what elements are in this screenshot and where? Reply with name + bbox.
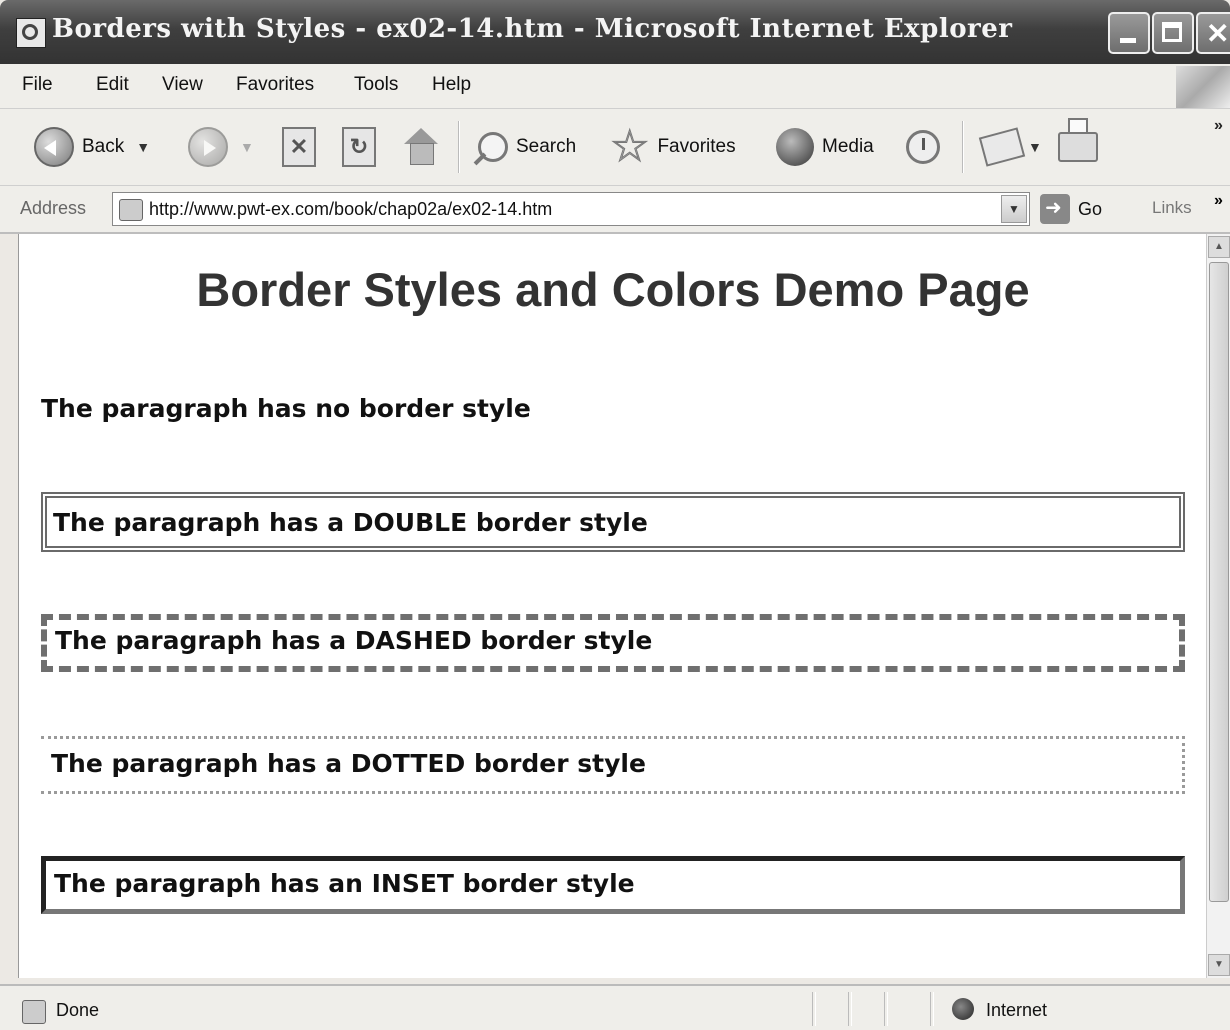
paragraph-inset-border: The paragraph has an INSET border style	[41, 856, 1185, 914]
print-icon	[1058, 118, 1098, 162]
status-divider	[884, 992, 888, 1026]
back-dropdown-icon[interactable]: ▼	[136, 139, 150, 155]
paragraph-dotted-border: The paragraph has a DOTTED border style	[41, 736, 1185, 794]
stop-icon: ✕	[282, 127, 316, 167]
links-overflow-icon[interactable]: »	[1214, 192, 1223, 210]
globe-icon	[952, 998, 974, 1020]
menu-tools[interactable]: Tools	[354, 74, 398, 96]
mail-icon	[978, 127, 1026, 167]
address-bar: Address http://www.pwt-ex.com/book/chap0…	[0, 186, 1230, 234]
page-content: Border Styles and Colors Demo Page The p…	[18, 234, 1207, 978]
links-button[interactable]: Links	[1152, 198, 1192, 218]
go-arrow-icon	[1040, 194, 1070, 224]
history-icon	[906, 130, 940, 164]
refresh-button[interactable]: ↻	[342, 109, 376, 185]
print-button[interactable]	[1058, 109, 1098, 185]
search-button[interactable]: Search	[478, 109, 576, 185]
page-status-icon	[22, 1000, 46, 1024]
paragraph-dashed-border: The paragraph has a DASHED border style	[41, 614, 1185, 672]
toolbar-separator	[962, 121, 964, 173]
toolbar-overflow-icon[interactable]: »	[1214, 117, 1223, 135]
refresh-icon: ↻	[342, 127, 376, 167]
close-icon[interactable]	[1196, 12, 1230, 54]
window-title: Borders with Styles - ex02-14.htm - Micr…	[52, 14, 1013, 44]
toolbar-separator	[458, 121, 460, 173]
address-input[interactable]: http://www.pwt-ex.com/book/chap02a/ex02-…	[112, 192, 1030, 226]
address-url[interactable]: http://www.pwt-ex.com/book/chap02a/ex02-…	[149, 199, 552, 220]
title-bar: Borders with Styles - ex02-14.htm - Micr…	[0, 0, 1230, 64]
mail-dropdown-icon[interactable]: ▼	[1028, 139, 1042, 155]
scroll-down-icon[interactable]: ▼	[1208, 954, 1230, 976]
forward-button[interactable]: ▼	[188, 109, 254, 185]
scroll-up-icon[interactable]: ▲	[1208, 236, 1230, 258]
menu-help[interactable]: Help	[432, 74, 471, 96]
menu-edit[interactable]: Edit	[96, 74, 129, 96]
minimize-icon[interactable]	[1108, 12, 1150, 54]
menu-file[interactable]: File	[22, 74, 53, 96]
security-zone: Internet	[986, 1000, 1048, 1020]
page-heading: Border Styles and Colors Demo Page	[196, 263, 1030, 316]
status-divider	[812, 992, 816, 1026]
home-button[interactable]	[402, 109, 440, 185]
address-dropdown-icon[interactable]: ▼	[1001, 195, 1027, 223]
page-icon	[119, 199, 143, 221]
address-label: Address	[20, 198, 87, 218]
mail-button[interactable]: ▼	[978, 109, 1042, 185]
forward-dropdown-icon[interactable]: ▼	[240, 139, 254, 155]
go-button[interactable]: Go	[1040, 194, 1102, 224]
favorites-button[interactable]: ☆ Favorites	[609, 109, 736, 185]
favorites-label: Favorites	[657, 136, 736, 157]
history-button[interactable]	[906, 109, 940, 185]
maximize-icon[interactable]	[1152, 12, 1194, 54]
vertical-scrollbar[interactable]: ▲ ▼	[1206, 234, 1230, 978]
windows-logo-icon	[1176, 66, 1230, 108]
menu-bar: File Edit View Favorites Tools Help	[0, 64, 1230, 109]
favorites-star-icon: ☆	[609, 122, 650, 171]
forward-icon	[188, 127, 228, 167]
media-icon	[776, 128, 814, 166]
media-label: Media	[822, 136, 874, 157]
standard-toolbar: Back ▼ ▼ ✕ ↻ Search ☆ Favorites Media ▼ …	[0, 109, 1230, 186]
stop-button[interactable]: ✕	[282, 109, 316, 185]
back-button[interactable]: Back ▼	[34, 109, 150, 185]
paragraph-no-border: The paragraph has no border style	[41, 394, 531, 423]
menu-favorites[interactable]: Favorites	[236, 74, 314, 96]
status-divider	[930, 992, 934, 1026]
status-text: Done	[56, 1000, 100, 1020]
back-icon	[34, 127, 74, 167]
search-label: Search	[516, 136, 577, 157]
media-button[interactable]: Media	[776, 109, 874, 185]
paragraph-double-border: The paragraph has a DOUBLE border style	[41, 492, 1185, 552]
go-label: Go	[1078, 198, 1103, 219]
back-label: Back	[82, 136, 125, 157]
ie-page-icon	[16, 18, 46, 48]
status-bar: Done Internet	[0, 984, 1230, 1030]
status-divider	[848, 992, 852, 1026]
menu-view[interactable]: View	[162, 74, 203, 96]
browser-window: Borders with Styles - ex02-14.htm - Micr…	[0, 0, 1230, 1030]
scroll-thumb[interactable]	[1209, 262, 1229, 902]
search-icon	[478, 132, 508, 162]
home-icon	[402, 128, 440, 166]
